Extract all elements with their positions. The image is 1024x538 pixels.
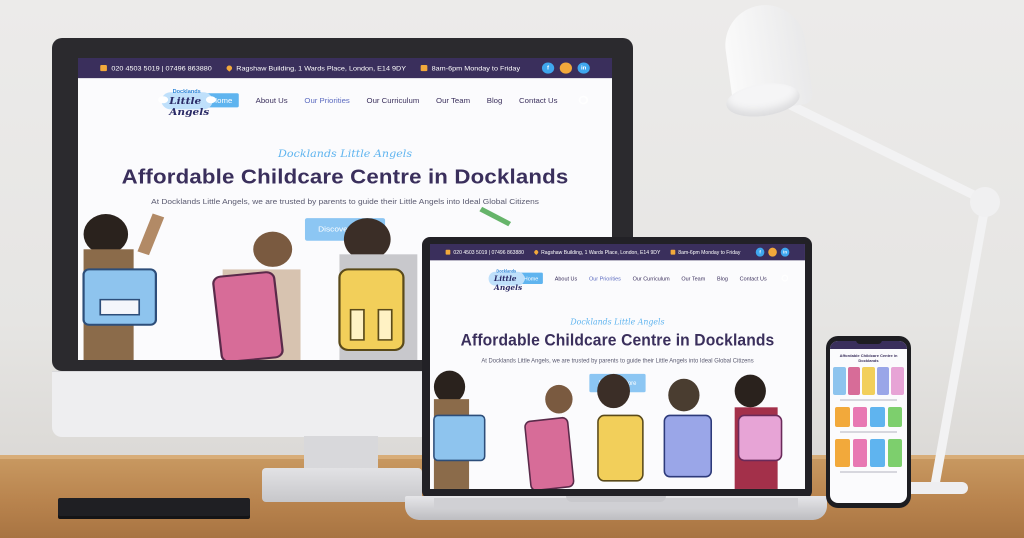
phone-card-pink[interactable] (852, 407, 867, 427)
phone-section-divider (840, 399, 897, 401)
phone-card-orange[interactable] (835, 407, 850, 427)
top-contact-bar: 020 4503 5019 | 07496 863880 Ragshaw Bui… (78, 58, 612, 79)
facebook-icon[interactable]: f (541, 62, 555, 74)
logo-name: Little Angels (169, 95, 210, 118)
phone-info: 020 4503 5019 | 07496 863880 (100, 64, 212, 72)
laptop-opening-lip (566, 496, 666, 502)
social-links: f in (755, 247, 790, 257)
phone-info: 020 4503 5019 | 07496 863880 (445, 249, 524, 256)
linkedin-icon[interactable]: in (780, 247, 790, 257)
phone-notch (856, 340, 882, 344)
nav-menu: Home About Us Our Priorities Our Curricu… (204, 93, 558, 108)
phone-text: 020 4503 5019 | 07496 863880 (111, 64, 212, 72)
address-info: Ragshaw Building, 1 Wards Place, London,… (225, 64, 407, 72)
logo-wing-left (158, 96, 169, 104)
phone-card-pink-2[interactable] (852, 439, 867, 467)
child-five (734, 374, 783, 489)
nav-curriculum[interactable]: Our Curriculum (633, 275, 670, 282)
phone-card-blue-2[interactable] (870, 439, 885, 467)
nav-contact[interactable]: Contact Us (740, 275, 767, 282)
nav-about[interactable]: About Us (256, 96, 288, 104)
main-navbar: Docklands Little Angels Home About Us Ou… (430, 260, 805, 296)
nav-priorities[interactable]: Our Priorities (589, 275, 621, 282)
hours-info: 8am-6pm Monday to Friday (420, 64, 521, 72)
social-links: f in (541, 62, 590, 74)
phone-footer-line (840, 471, 897, 473)
phone-icon (445, 249, 451, 255)
lamp-joint (970, 187, 1000, 217)
hero-headline: Affordable Childcare Centre in Docklands (460, 331, 775, 350)
phone-kid-pink (847, 367, 861, 395)
nav-team[interactable]: Our Team (436, 96, 470, 104)
phone-text: 020 4503 5019 | 07496 863880 (453, 249, 524, 256)
facebook-icon[interactable]: f (755, 247, 765, 257)
lamp-base (904, 482, 968, 494)
laptop-screen: 020 4503 5019 | 07496 863880 Ragshaw Bui… (430, 244, 805, 489)
logo-name: Little Angels (494, 274, 523, 293)
kids-with-backpacks-illustration (433, 370, 783, 489)
monitor-stand-base (262, 468, 422, 502)
logo-top-text: Docklands (496, 269, 517, 274)
nav-curriculum[interactable]: Our Curriculum (367, 96, 420, 104)
instagram-icon[interactable] (559, 62, 572, 74)
phone-kid-purple (876, 367, 890, 395)
child-two (524, 384, 575, 489)
nav-about[interactable]: About Us (555, 275, 577, 282)
black-notebook (58, 498, 250, 516)
phone-card-blue[interactable] (870, 407, 885, 427)
phone-kid-yellow (862, 367, 875, 395)
child-three (597, 373, 644, 482)
phone-headline: Affordable Childcare Centre in Docklands (839, 353, 898, 363)
phone-card-row-one (830, 407, 907, 427)
nav-blog[interactable]: Blog (717, 275, 728, 282)
nav-priorities[interactable]: Our Priorities (304, 96, 349, 104)
clock-icon (420, 65, 428, 72)
location-pin-icon (225, 64, 233, 72)
monitor-stand-neck (304, 436, 378, 472)
phone-card-row-two (830, 439, 907, 467)
hero-eyebrow: Docklands Little Angels (570, 316, 665, 327)
phone-card-green[interactable] (887, 407, 902, 427)
hours-text: 8am-6pm Monday to Friday (678, 249, 741, 256)
child-one (82, 213, 165, 360)
child-two (212, 231, 301, 360)
phone-screen: Affordable Childcare Centre in Docklands (830, 341, 907, 503)
child-three (338, 218, 418, 360)
child-one (433, 370, 486, 489)
address-text: Ragshaw Building, 1 Wards Place, London,… (236, 64, 407, 72)
phone-card-orange-2[interactable] (835, 439, 850, 467)
child-four (663, 378, 713, 478)
nav-blog[interactable]: Blog (487, 96, 503, 104)
hero-headline: Affordable Childcare Centre in Docklands (121, 165, 569, 188)
linkedin-icon[interactable]: in (577, 62, 590, 74)
phone-icon (100, 65, 107, 72)
phone-card-green-2[interactable] (887, 439, 902, 467)
nav-menu: Home About Us Our Priorities Our Curricu… (519, 272, 767, 285)
instagram-icon[interactable] (768, 247, 777, 257)
website-laptop: 020 4503 5019 | 07496 863880 Ragshaw Bui… (430, 244, 805, 489)
phone-section-divider-two (840, 431, 897, 433)
address-text: Ragshaw Building, 1 Wards Place, London,… (541, 249, 661, 256)
top-contact-bar: 020 4503 5019 | 07496 863880 Ragshaw Bui… (430, 244, 805, 261)
device-mockup-scene: 020 4503 5019 | 07496 863880 Ragshaw Bui… (0, 0, 1024, 538)
phone-kid-blue (833, 367, 846, 395)
hero-eyebrow: Docklands Little Angels (277, 147, 413, 160)
logo-top-text: Docklands (172, 89, 201, 95)
phone-kids-banner (830, 367, 907, 395)
phone-kid-lilac (891, 367, 904, 395)
main-navbar: Docklands Little Angels Home About Us Ou… (78, 78, 612, 122)
address-info: Ragshaw Building, 1 Wards Place, London,… (533, 249, 661, 256)
hours-text: 8am-6pm Monday to Friday (431, 64, 521, 72)
location-pin-icon (533, 249, 539, 256)
nav-team[interactable]: Our Team (681, 275, 705, 282)
clock-icon (670, 249, 676, 255)
nav-contact[interactable]: Contact Us (519, 96, 558, 104)
hours-info: 8am-6pm Monday to Friday (670, 249, 740, 255)
